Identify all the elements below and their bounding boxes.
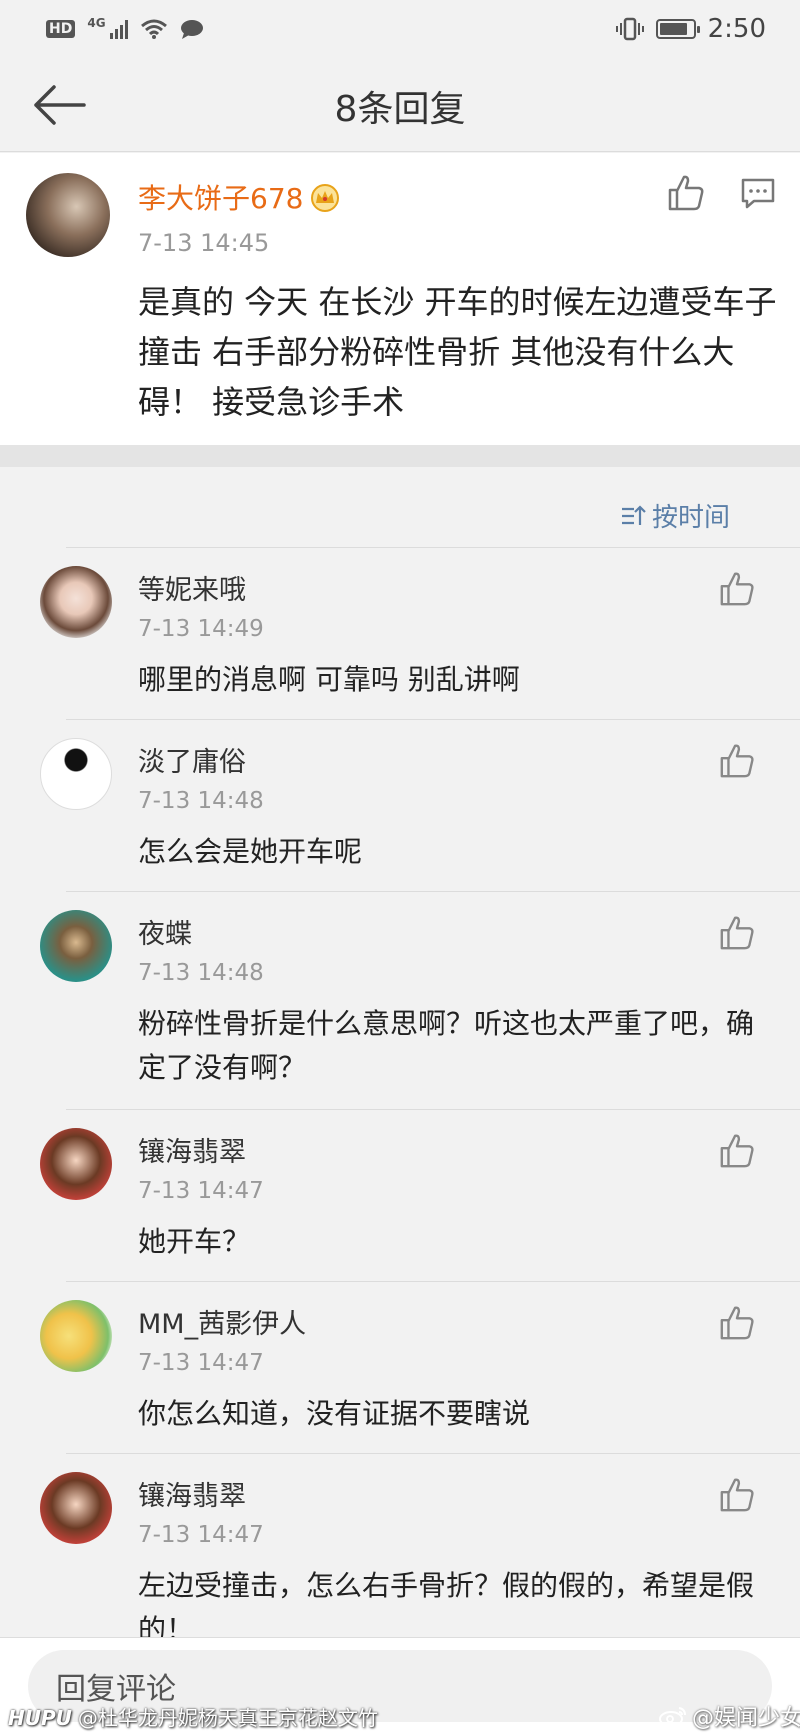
reply-text: 怎么会是她开车呢 [138,835,363,868]
reply-time: 7-13 14:48 [138,960,264,986]
main-comment: 李大饼子678 7-13 14:45 是真的 今天 在长沙 开车的时候左边遭受车… [0,153,800,445]
sort-icon [621,504,646,525]
like-icon[interactable] [718,742,756,780]
page-title: 8条回复 [334,89,466,130]
reply-time: 7-13 14:47 [138,1178,264,1204]
avatar[interactable] [40,1300,112,1372]
like-icon[interactable] [718,570,756,608]
status-right: 2:50 [615,14,766,44]
comment-icon[interactable] [740,175,776,211]
reply-item: 镶海翡翠 7-13 14:47 左边受撞击，怎么右手骨折？假的假的，希望是假的！ [0,1454,800,1637]
reply-item: 等妮来哦 7-13 14:49 哪里的消息啊 可靠吗 别乱讲啊 [0,548,800,720]
message-icon [180,20,203,39]
like-icon[interactable] [718,1304,756,1342]
hd-indicator: HD [46,20,76,38]
reply-author[interactable]: 等妮来哦 [138,568,246,607]
reply-time: 7-13 14:49 [138,616,264,642]
sort-by-time-button[interactable]: 按时间 [620,497,730,534]
weibo-icon [659,1707,686,1727]
reply-author[interactable]: 淡了庸俗 [138,740,246,779]
reply-time: 7-13 14:48 [138,788,264,814]
status-left: HD 4G [46,16,204,40]
watermark-text: @杜华龙丹妮杨天真王京花赵文竹 [77,1706,378,1730]
clock: 2:50 [707,14,766,44]
watermark-left: HUPU @杜华龙丹妮杨天真王京花赵文竹 [8,1702,378,1731]
like-icon[interactable] [718,1476,756,1514]
like-icon[interactable] [666,173,706,213]
battery-fill [659,23,687,35]
avatar[interactable] [40,566,112,638]
reply-text: 她开车？ [138,1225,251,1258]
battery-icon [655,19,700,39]
app-header: 8条回复 [0,58,800,152]
section-divider [0,445,800,467]
reply-item: 镶海翡翠 7-13 14:47 她开车？ [0,1110,800,1282]
author-row: 李大饼子678 [138,177,341,217]
reply-item: MM_茜影伊人 7-13 14:47 你怎么知道，没有证据不要瞎说 [0,1282,800,1454]
reply-text: 你怎么知道，没有证据不要瞎说 [138,1397,531,1430]
avatar[interactable] [40,738,112,810]
crown-icon [311,184,340,212]
reply-author[interactable]: 镶海翡翠 [138,1474,246,1513]
wifi-icon [140,19,167,39]
reply-item: 淡了庸俗 7-13 14:48 怎么会是她开车呢 [0,720,800,892]
network-type: 4G [87,16,106,30]
vibrate-icon [615,17,644,41]
comment-text: 是真的 今天 在长沙 开车的时候左边遭受车子撞击 右手部分粉碎性骨折 其他没有什… [138,283,777,421]
watermark-right: @娱闻少女 [658,1700,800,1732]
status-bar: HD 4G 2:50 [0,0,800,58]
reply-text: 左边受撞击，怎么右手骨折？假的假的，希望是假的！ [138,1569,755,1637]
avatar[interactable] [40,1128,112,1200]
reply-author[interactable]: 夜蝶 [138,912,192,951]
reply-item: 夜蝶 7-13 14:48 粉碎性骨折是什么意思啊？听这也太严重了吧，确定了没有… [0,892,800,1110]
watermark-brand: HUPU [8,1706,72,1730]
like-icon[interactable] [718,914,756,952]
like-icon[interactable] [718,1132,756,1170]
reply-time: 7-13 14:47 [138,1350,264,1376]
reply-author[interactable]: 镶海翡翠 [138,1130,246,1169]
reply-text: 哪里的消息啊 可靠吗 别乱讲啊 [138,663,520,696]
comment-time: 7-13 14:45 [138,229,270,257]
reply-list: 按时间 等妮来哦 7-13 14:49 哪里的消息啊 可靠吗 别乱讲啊 淡了庸俗… [0,467,800,1637]
watermark-text: @娱闻少女 [692,1706,800,1731]
avatar[interactable] [40,1472,112,1544]
reply-time: 7-13 14:47 [138,1522,264,1548]
sort-label: 按时间 [651,503,730,533]
avatar[interactable] [40,910,112,982]
avatar[interactable] [26,173,110,257]
author-name[interactable]: 李大饼子678 [138,177,303,217]
reply-author[interactable]: MM_茜影伊人 [138,1302,306,1341]
reply-text: 粉碎性骨折是什么意思啊？听这也太严重了吧，确定了没有啊？ [138,1007,755,1084]
signal-icon [109,19,128,39]
